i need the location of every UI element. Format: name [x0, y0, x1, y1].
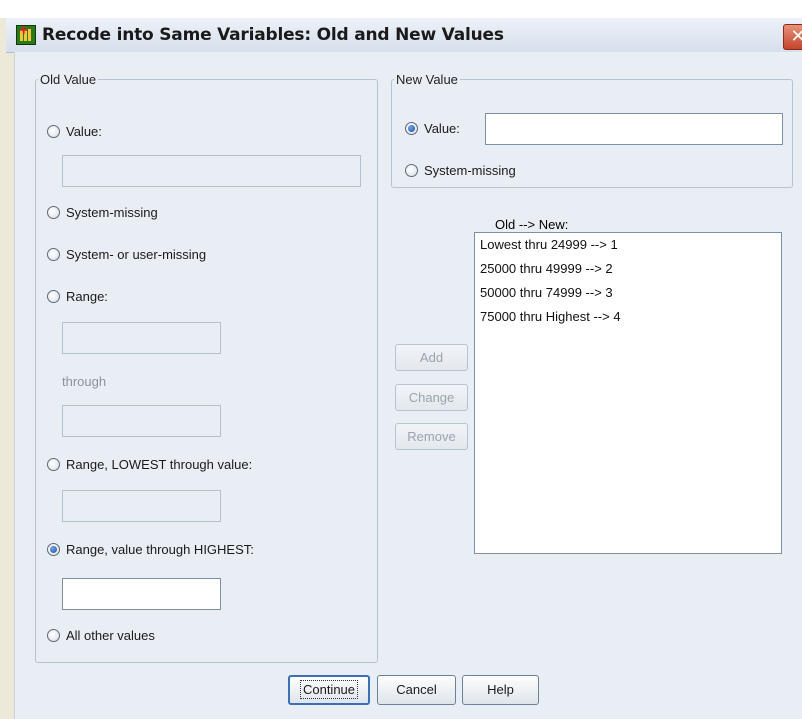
- title-bar[interactable]: Recode into Same Variables: Old and New …: [6, 18, 802, 53]
- old-range-radio[interactable]: Range:: [47, 289, 108, 304]
- old-range-lowest-radio[interactable]: Range, LOWEST through value:: [47, 457, 252, 472]
- old-value-input[interactable]: [62, 155, 361, 187]
- old-range-highest-label: Range, value through HIGHEST:: [66, 542, 254, 557]
- add-button[interactable]: Add: [395, 344, 468, 371]
- continue-button[interactable]: Continue: [288, 675, 370, 705]
- range-from-input[interactable]: [62, 322, 221, 354]
- radio-indicator: [47, 206, 60, 219]
- radio-indicator-selected: [47, 543, 60, 556]
- spss-app-icon: [16, 22, 36, 45]
- remove-button[interactable]: Remove: [395, 423, 468, 450]
- radio-indicator: [405, 164, 418, 177]
- list-item[interactable]: Lowest thru 24999 --> 1: [475, 233, 781, 257]
- desktop-strip: [0, 0, 802, 18]
- radio-indicator: [47, 125, 60, 138]
- old-range-highest-radio[interactable]: Range, value through HIGHEST:: [47, 542, 254, 557]
- new-system-missing-label: System-missing: [424, 163, 516, 178]
- list-item[interactable]: 25000 thru 49999 --> 2: [475, 257, 781, 281]
- old-range-lowest-label: Range, LOWEST through value:: [66, 457, 253, 472]
- range-lowest-input[interactable]: [62, 490, 221, 522]
- old-range-label: Range:: [66, 289, 108, 304]
- cancel-button[interactable]: Cancel: [377, 675, 456, 705]
- old-value-radio-label: Value:: [66, 124, 102, 139]
- new-value-radio[interactable]: Value:: [405, 121, 460, 136]
- close-button[interactable]: ✕: [783, 24, 802, 50]
- radio-indicator: [47, 248, 60, 261]
- old-value-radio[interactable]: Value:: [47, 124, 102, 139]
- dialog-window: Recode into Same Variables: Old and New …: [0, 0, 802, 719]
- old-all-other-radio[interactable]: All other values: [47, 628, 155, 643]
- radio-indicator: [47, 629, 60, 642]
- new-value-radio-label: Value:: [424, 121, 460, 136]
- mapping-list[interactable]: Lowest thru 24999 --> 1 25000 thru 49999…: [474, 232, 782, 554]
- mapping-header: Old --> New:: [495, 217, 569, 232]
- list-item[interactable]: 75000 thru Highest --> 4: [475, 305, 781, 329]
- new-system-missing-radio[interactable]: System-missing: [405, 163, 516, 178]
- new-value-input[interactable]: [485, 113, 783, 145]
- old-sys-user-missing-radio[interactable]: System- or user-missing: [47, 247, 206, 262]
- through-label: through: [62, 374, 107, 389]
- radio-indicator: [47, 458, 60, 471]
- old-all-other-label: All other values: [66, 628, 155, 643]
- old-value-legend: Old Value: [40, 72, 97, 87]
- radio-indicator-selected: [405, 122, 418, 135]
- range-highest-input[interactable]: [62, 578, 221, 610]
- old-system-missing-radio[interactable]: System-missing: [47, 205, 158, 220]
- old-sys-user-missing-label: System- or user-missing: [66, 247, 207, 262]
- continue-label: Continue: [299, 680, 359, 699]
- new-value-legend: New Value: [396, 72, 458, 87]
- dialog-title: Recode into Same Variables: Old and New …: [42, 25, 504, 45]
- old-system-missing-label: System-missing: [66, 205, 158, 220]
- change-button[interactable]: Change: [395, 384, 468, 411]
- range-to-input[interactable]: [62, 405, 221, 437]
- list-item[interactable]: 50000 thru 74999 --> 3: [475, 281, 781, 305]
- radio-indicator: [47, 290, 60, 303]
- help-button[interactable]: Help: [462, 675, 539, 705]
